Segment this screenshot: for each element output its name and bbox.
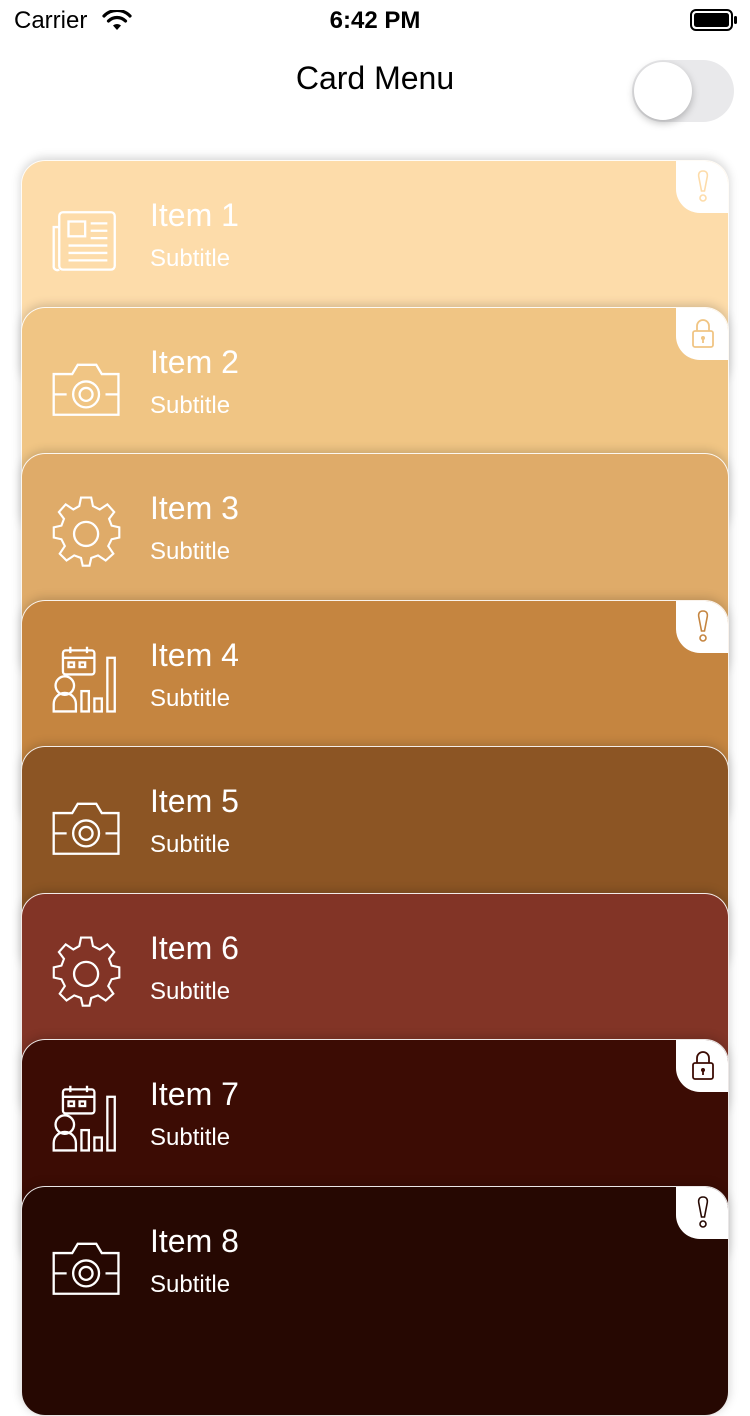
menu-card-8[interactable]: Item 8 Subtitle (21, 1185, 729, 1416)
card-badge (676, 1186, 728, 1239)
camera-icon (52, 363, 120, 416)
card-subtitle: Subtitle (150, 1124, 231, 1151)
card-badge (676, 307, 728, 360)
card-badge (676, 600, 728, 653)
card-title: Item 6 (150, 929, 239, 966)
card-list: Item 1 Subtitle Item 2 Subtitle Item 3 Subtit… (0, 0, 750, 1416)
calendar-chart-icon (52, 1084, 116, 1152)
card-title: Item 3 (150, 490, 239, 526)
card-subtitle: Subtitle (150, 1270, 231, 1298)
calendar-chart-icon (52, 645, 116, 713)
card-subtitle: Subtitle (150, 831, 231, 858)
gear-icon (52, 935, 121, 1007)
card-title: Item 8 (150, 1222, 239, 1259)
card-subtitle: Subtitle (150, 684, 231, 712)
camera-icon (52, 802, 120, 855)
exclamation-icon (697, 170, 709, 202)
lock-icon (692, 318, 714, 348)
card-title: Item 1 (150, 197, 239, 233)
exclamation-icon (697, 1195, 709, 1228)
camera-icon (52, 1242, 120, 1295)
card-title: Item 2 (150, 343, 239, 380)
card-subtitle: Subtitle (150, 977, 231, 1005)
card-badge (676, 1040, 728, 1092)
lock-icon (692, 1051, 714, 1080)
newspaper-icon (52, 211, 116, 272)
card-title: Item 7 (150, 1076, 239, 1112)
card-subtitle: Subtitle (150, 245, 231, 272)
card-subtitle: Subtitle (150, 391, 231, 419)
exclamation-icon (697, 609, 709, 642)
card-title: Item 5 (150, 783, 239, 819)
card-badge (676, 161, 728, 213)
card-title: Item 4 (150, 636, 239, 673)
card-subtitle: Subtitle (150, 538, 231, 565)
gear-icon (52, 496, 121, 567)
